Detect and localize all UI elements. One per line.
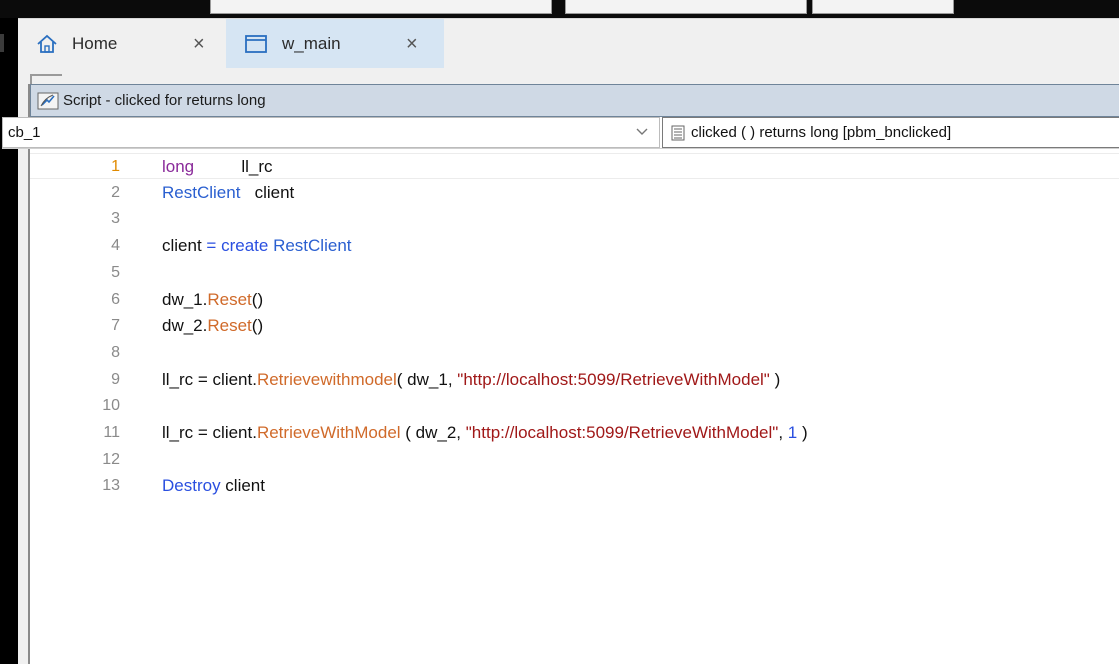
event-select-value: clicked ( ) returns long [pbm_bnclicked]	[691, 124, 952, 141]
object-select[interactable]: cb_1	[2, 117, 660, 148]
code-token: RetrieveWithModel	[256, 423, 401, 442]
code-token: dw_1.	[162, 289, 208, 309]
line-number: 3	[111, 210, 120, 228]
code-text: RestClient client	[162, 180, 294, 206]
line-number: 13	[102, 477, 120, 495]
toolbar-field[interactable]	[210, 0, 552, 14]
code-token: ll_rc = client.	[162, 423, 257, 442]
tab-w-main-label: w_main	[282, 34, 341, 53]
code-text: dw_1.Reset()	[162, 287, 263, 313]
code-line[interactable]: 9 ll_rc = client.Retrievewithmodel( dw_1,…	[30, 367, 1119, 393]
code-token: client	[162, 236, 207, 256]
toolbar-strip	[0, 0, 1119, 18]
code-token: ()	[251, 289, 264, 309]
line-number: 2	[111, 183, 120, 201]
code-token: Retrievewithmodel	[256, 369, 397, 389]
event-list-icon	[671, 125, 685, 141]
code-token: ,	[778, 423, 788, 442]
code-token: =	[206, 236, 217, 256]
code-line[interactable]: 4 client = create RestClient	[30, 233, 1119, 259]
script-title: Script - clicked for returns long	[63, 92, 266, 109]
close-icon[interactable]: ×	[406, 33, 418, 56]
close-icon[interactable]: ×	[193, 33, 205, 56]
line-number: 1	[111, 158, 120, 175]
code-line[interactable]: 13 Destroy client	[30, 473, 1119, 499]
tab-w-main[interactable]: w_main ×	[226, 19, 444, 69]
line-number: 10	[102, 397, 120, 415]
code-text: client = create RestClient	[162, 233, 352, 259]
code-token: ()	[251, 316, 264, 336]
code-line[interactable]: 5	[30, 260, 1119, 286]
code-text: Destroy client	[162, 473, 265, 499]
code-line[interactable]: 12	[30, 447, 1119, 473]
window-icon	[244, 34, 268, 54]
tab-bar: Home × w_main ×	[18, 18, 1119, 69]
code-text: long ll_rc	[162, 154, 273, 180]
line-number: 9	[111, 370, 120, 388]
home-icon	[36, 34, 58, 54]
tab-home[interactable]: Home ×	[18, 19, 226, 69]
code-line[interactable]: 6 dw_1.Reset()	[30, 287, 1119, 313]
code-token: ll_rc	[194, 157, 273, 176]
code-token: dw_2.	[162, 316, 208, 336]
line-number: 4	[111, 237, 120, 255]
code-line[interactable]: 10	[30, 393, 1119, 419]
code-text: ll_rc = client.Retrievewithmodel( dw_1, …	[162, 367, 780, 393]
code-token: "http://localhost:5099/RetrieveWithModel…	[465, 423, 779, 442]
line-number: 12	[102, 450, 120, 468]
event-select[interactable]: clicked ( ) returns long [pbm_bnclicked]	[662, 117, 1119, 148]
window-edge-marker	[0, 34, 4, 52]
code-token: Reset	[207, 289, 252, 309]
code-token: ( dw_1,	[396, 369, 458, 389]
code-line[interactable]: 2 RestClient client	[30, 180, 1119, 206]
object-select-value: cb_1	[8, 124, 41, 141]
code-line[interactable]: 7 dw_2.Reset()	[30, 313, 1119, 339]
code-token: create	[221, 236, 269, 256]
code-token: )	[797, 423, 808, 442]
script-icon	[37, 92, 59, 110]
script-title-bar[interactable]: Script - clicked for returns long	[30, 84, 1119, 117]
code-token: ( dw_2,	[400, 423, 466, 442]
code-text: dw_2.Reset()	[162, 313, 263, 339]
tab-home-label: Home	[72, 34, 118, 53]
script-window: Script - clicked for returns long cb_1 c…	[2, 84, 1119, 664]
toolbar-field[interactable]	[565, 0, 807, 14]
code-line[interactable]: 11 ll_rc = client.RetrieveWithModel ( dw_…	[30, 420, 1119, 446]
code-token: Reset	[207, 316, 252, 336]
code-token: Destroy	[162, 476, 221, 496]
line-number: 11	[103, 424, 120, 441]
code-line[interactable]: 3	[30, 206, 1119, 232]
line-number: 8	[111, 343, 120, 361]
code-token: client	[220, 476, 265, 496]
toolbar-field[interactable]	[812, 0, 954, 14]
code-token: )	[769, 369, 781, 389]
code-token: "http://localhost:5099/RetrieveWithModel…	[457, 369, 770, 389]
line-number: 7	[111, 317, 120, 335]
code-text: ll_rc = client.RetrieveWithModel ( dw_2,…	[162, 420, 808, 446]
code-token: 1	[787, 423, 798, 442]
chevron-down-icon[interactable]	[635, 124, 649, 142]
code-line[interactable]: 8	[30, 340, 1119, 366]
code-line[interactable]: 1 long ll_rc	[30, 153, 1119, 179]
code-token: RestClient	[162, 182, 241, 202]
script-selector-row: cb_1 clicked ( ) returns long [pbm_bncli…	[2, 117, 1119, 149]
line-number: 5	[111, 263, 120, 281]
code-editor[interactable]: 1 long ll_rc 2 RestClient client 3 4 client = …	[30, 149, 1119, 664]
code-token: ll_rc = client.	[162, 369, 257, 389]
code-token: long	[162, 157, 195, 176]
line-number: 6	[111, 290, 120, 308]
app-frame: Home × w_main × Script - clicked for ret…	[0, 0, 1119, 664]
code-token: client	[240, 182, 295, 202]
code-token: RestClient	[273, 236, 352, 256]
